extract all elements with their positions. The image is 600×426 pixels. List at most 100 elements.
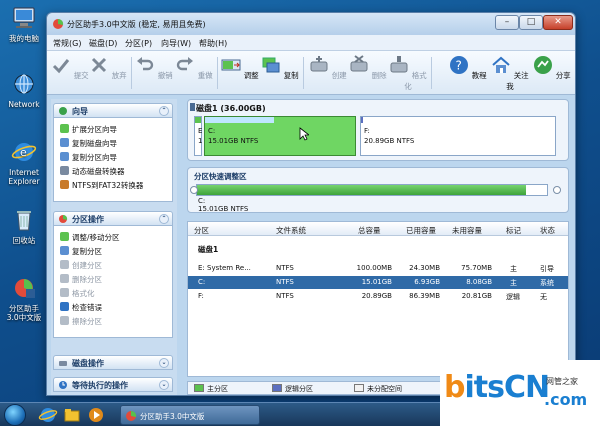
share-button[interactable]: 分享 (533, 55, 571, 81)
resize-handle-right[interactable] (553, 186, 561, 194)
op-resize-move[interactable]: 调整/移动分区 (60, 232, 120, 243)
legend-logical-label: 逻辑分区 (285, 385, 313, 393)
resize-button[interactable]: 调整 (221, 55, 259, 81)
col-free[interactable]: 未用容量 (452, 225, 482, 236)
network-icon (14, 74, 34, 94)
copy-disk-icon (60, 138, 69, 147)
menu-wizard[interactable]: 向导(W) (161, 38, 191, 49)
desktop-icon-recycle-bin[interactable]: 回收站 (4, 208, 44, 245)
desktop-icon-my-computer[interactable]: 我的电脑 (4, 6, 44, 43)
collapse-chevron-icon[interactable]: ⌃ (159, 214, 169, 224)
menu-disk[interactable]: 磁盘(D) (89, 38, 117, 49)
op-label: NTFS到FAT32转换器 (72, 181, 144, 190)
redo-arrow-icon (177, 57, 194, 71)
undo-button[interactable]: 撤销 (135, 55, 173, 81)
cell-total: 20.89GB (361, 292, 392, 300)
expand-chevron-icon[interactable]: ⌄ (159, 380, 169, 390)
partition-block-f[interactable]: F: 20.89GB NTFS (360, 116, 556, 156)
create-disk-icon (310, 56, 328, 72)
col-total[interactable]: 总容量 (358, 225, 381, 236)
op-label: 擦除分区 (72, 317, 102, 326)
col-filesystem[interactable]: 文件系统 (276, 225, 306, 236)
col-partition[interactable]: 分区 (194, 225, 209, 236)
cell-fs: NTFS (276, 264, 294, 272)
delete-button[interactable]: 删除 (349, 55, 387, 81)
col-status[interactable]: 状态 (540, 225, 555, 236)
quick-resize-fill (197, 185, 526, 195)
table-row[interactable]: F: NTFS 20.89GB 86.39MB 20.81GB 逻辑 无 (188, 290, 568, 303)
delete-disk-icon (350, 55, 368, 72)
start-button[interactable] (4, 404, 26, 426)
desktop-icon-label: Network (8, 100, 40, 109)
op-format[interactable]: 格式化 (60, 288, 95, 299)
disk-ops-section-title: 磁盘操作 (72, 359, 104, 368)
partition-block-e[interactable]: E 1 (194, 116, 202, 156)
minimize-button[interactable]: – (495, 15, 519, 30)
toolbar-separator (131, 57, 132, 89)
copy-button[interactable]: 复制 (261, 55, 299, 81)
op-check-errors[interactable]: 检查错误 (60, 302, 102, 313)
title-bar[interactable]: 分区助手3.0中文版 (稳定, 易用且免费) – □ ✕ (47, 13, 575, 35)
cell-flag: 逻辑 (506, 293, 520, 301)
maximize-button[interactable]: □ (519, 15, 543, 30)
watermark-brand: bitsCN (444, 370, 550, 405)
op-delete-partition[interactable]: 删除分区 (60, 274, 102, 285)
watermark-brand-rest: itsCN (464, 370, 550, 405)
media-player-taskbar-icon[interactable] (86, 405, 106, 425)
convert-icon (60, 180, 69, 189)
op-copy-partition[interactable]: 复制分区 (60, 246, 102, 257)
collapse-chevron-icon[interactable]: ⌃ (159, 106, 169, 116)
expand-chevron-icon[interactable]: ⌄ (159, 358, 169, 368)
op-label: 复制磁盘向导 (72, 139, 117, 148)
col-flag[interactable]: 标记 (506, 225, 521, 236)
table-row-selected[interactable]: C: NTFS 15.01GB 6.93GB 8.08GB 主 系统 (188, 276, 568, 289)
resize-handle-left[interactable] (190, 186, 198, 194)
partition-ops-icon (59, 214, 68, 223)
cell-status: 引导 (540, 265, 554, 273)
desktop-icon-network[interactable]: Network (4, 72, 44, 109)
menu-general[interactable]: 常规(G) (53, 38, 81, 49)
explorer-taskbar-icon[interactable] (62, 405, 82, 425)
undo-arrow-icon (137, 57, 154, 71)
quick-resize-bar[interactable] (196, 184, 548, 196)
col-used[interactable]: 已用容量 (406, 225, 436, 236)
wizard-ntfs-fat32[interactable]: NTFS到FAT32转换器 (60, 180, 143, 191)
wizard-dynamic-disk[interactable]: 动态磁盘转换器 (60, 166, 125, 177)
menu-partition[interactable]: 分区(P) (125, 38, 152, 49)
toolbar-separator (431, 57, 432, 89)
tutorial-button[interactable]: ? 教程 (449, 55, 487, 81)
taskbar-partition-assistant[interactable]: 分区助手3.0中文版 (120, 405, 260, 425)
op-wipe-partition[interactable]: 擦除分区 (60, 316, 102, 327)
desktop-icon-ie[interactable]: e Internet Explorer (4, 140, 44, 186)
pending-ops-section-header[interactable]: 等待执行的操作 ⌄ (53, 377, 173, 392)
menu-help[interactable]: 帮助(H) (199, 38, 227, 49)
wipe-icon (60, 316, 69, 325)
wizard-extend-partition[interactable]: 扩展分区向导 (60, 124, 117, 135)
cell-fs: NTFS (276, 278, 294, 286)
close-button[interactable]: ✕ (543, 15, 573, 30)
partition-ops-section-header[interactable]: 分区操作 ⌃ (53, 211, 173, 226)
partition-c-usage (205, 117, 274, 123)
table-row[interactable]: E: System Re... NTFS 100.00MB 24.30MB 75… (188, 262, 568, 275)
wizard-section-header[interactable]: 向导 ⌃ (53, 103, 173, 118)
op-label: 复制分区向导 (72, 153, 117, 162)
op-create-partition[interactable]: 创建分区 (60, 260, 102, 271)
legend-primary-label: 主分区 (207, 385, 228, 393)
desktop-icon-label: Internet Explorer (8, 168, 40, 186)
disk-ops-section-header[interactable]: 磁盘操作 ⌄ (53, 355, 173, 370)
follow-button[interactable]: 关注我 (491, 55, 529, 92)
partition-block-c[interactable]: C: 15.01GB NTFS (204, 116, 356, 156)
discard-button[interactable]: 放弃 (89, 55, 127, 81)
redo-button[interactable]: 重做 (175, 55, 213, 81)
commit-label: 提交 (73, 71, 89, 80)
cell-partition: C: (198, 278, 206, 286)
cell-status: 系统 (540, 279, 554, 287)
format-button[interactable]: 格式化 (389, 55, 427, 92)
cell-flag: 主 (510, 279, 517, 287)
ie-taskbar-icon[interactable] (38, 405, 58, 425)
wizard-copy-disk[interactable]: 复制磁盘向导 (60, 138, 117, 149)
create-button[interactable]: 创建 (309, 55, 347, 81)
commit-button[interactable]: 提交 (51, 55, 89, 81)
desktop-icon-partition-assistant[interactable]: 分区助手3.0中文版 (4, 276, 44, 322)
wizard-copy-partition[interactable]: 复制分区向导 (60, 152, 117, 163)
